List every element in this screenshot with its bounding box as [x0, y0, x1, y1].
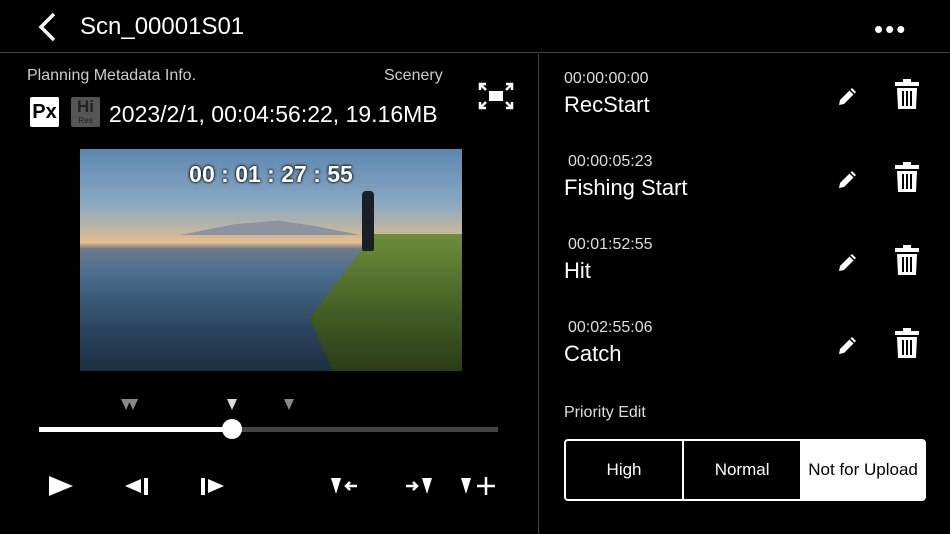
edit-icon[interactable] — [836, 84, 860, 108]
delete-icon[interactable] — [894, 78, 920, 110]
previous-frame-button[interactable] — [124, 470, 150, 502]
mark-list-item[interactable]: 00:01:52:55 Hit — [564, 236, 944, 316]
hi-text: Hi — [77, 97, 94, 116]
fisherman — [362, 191, 374, 251]
previous-mark-icon — [331, 478, 357, 494]
add-mark-button[interactable] — [460, 470, 496, 502]
seek-fill — [39, 427, 232, 432]
delete-icon[interactable] — [894, 244, 920, 276]
mark-indicator — [226, 399, 237, 410]
play-icon — [49, 476, 73, 496]
delete-icon[interactable] — [894, 161, 920, 193]
back-icon[interactable] — [36, 12, 60, 42]
mark-name: Catch — [564, 341, 622, 366]
delete-icon[interactable] — [894, 327, 920, 359]
timecode: 00 : 01 : 27 : 55 — [189, 161, 353, 187]
mark-time: 00:01:52:55 — [568, 236, 653, 253]
mark-list-item[interactable]: 00:00:05:23 Fishing Start — [564, 153, 944, 233]
previous-frame-icon — [125, 478, 148, 495]
edit-icon[interactable] — [836, 250, 860, 274]
jump-to-next-mark-button[interactable] — [404, 470, 434, 502]
mark-list-item[interactable]: 00:00:00:00 RecStart — [564, 70, 944, 150]
priority-normal[interactable]: Normal — [684, 441, 803, 499]
priority-high[interactable]: High — [566, 441, 685, 499]
clip-meta: 2023/2/1, 00:04:56:22, 19.16MB — [109, 101, 438, 127]
mark-time: 00:02:55:06 — [568, 319, 653, 336]
seek-thumb[interactable] — [221, 419, 242, 439]
more-options-icon[interactable]: ••• — [874, 14, 907, 45]
edit-icon[interactable] — [836, 167, 860, 191]
jump-to-previous-mark-button[interactable] — [330, 470, 360, 502]
mark-name: Fishing Start — [564, 175, 688, 200]
planning-metadata-label: Planning Metadata Info. — [27, 67, 197, 84]
mountains — [180, 220, 360, 235]
mark-time: 00:00:05:23 — [568, 153, 653, 170]
add-mark-icon — [461, 477, 495, 495]
play-button[interactable] — [48, 470, 74, 502]
res-text: Res — [78, 116, 93, 125]
divider — [538, 54, 539, 534]
hi-res-badge: Hi Res — [71, 97, 100, 127]
mark-name: RecStart — [564, 92, 650, 117]
page-title: Scn_00001S01 — [80, 13, 245, 40]
mark-list-item[interactable]: 00:02:55:06 Catch — [564, 319, 944, 399]
video-preview[interactable]: 00 : 01 : 27 : 55 — [80, 149, 462, 371]
mark-name: Hit — [564, 258, 591, 283]
cliff — [310, 234, 462, 371]
category-label: Scenery — [384, 67, 443, 84]
next-frame-icon — [201, 478, 224, 495]
next-frame-button[interactable] — [200, 470, 226, 502]
priority-selector: High Normal Not for Upload — [564, 439, 926, 501]
mark-time: 00:00:00:00 — [564, 70, 649, 87]
seek-slider[interactable] — [39, 419, 498, 439]
priority-not-for-upload[interactable]: Not for Upload — [802, 441, 924, 499]
px-badge: Px — [30, 97, 59, 127]
next-mark-icon — [406, 478, 432, 494]
edit-icon[interactable] — [836, 333, 860, 357]
priority-edit-label: Priority Edit — [564, 404, 646, 421]
mark-indicator — [284, 399, 295, 410]
fullscreen-icon[interactable] — [478, 82, 514, 110]
mark-indicator — [128, 399, 139, 410]
